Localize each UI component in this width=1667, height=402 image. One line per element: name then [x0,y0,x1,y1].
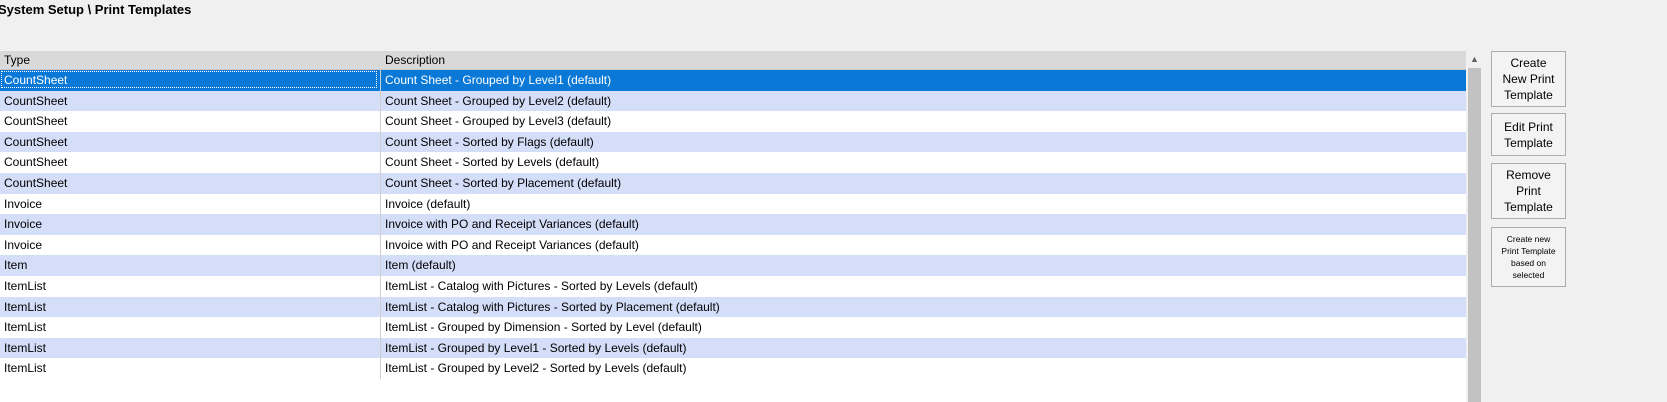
type-cell[interactable]: Item [4,258,27,272]
create-button-label: Create New Print Template [1502,56,1555,102]
column-divider [380,90,381,112]
column-divider [380,234,381,256]
description-cell[interactable]: Invoice with PO and Receipt Variances (d… [385,217,639,231]
remove-print-template-button[interactable]: Remove Print Template [1491,163,1566,219]
edit-print-template-button[interactable]: Edit Print Template [1491,113,1566,156]
column-divider [380,152,381,173]
table-row[interactable]: Item Item (default) [0,255,1466,276]
description-cell[interactable]: Count Sheet - Sorted by Flags (default) [385,135,594,149]
description-cell[interactable]: Item (default) [385,258,456,272]
type-cell[interactable]: ItemList [4,341,46,355]
column-divider [380,111,381,132]
create-based-button-label: Create new Print Template based on selec… [1501,234,1556,280]
description-cell[interactable]: Invoice with PO and Receipt Variances (d… [385,238,639,252]
column-divider [380,255,381,276]
column-divider [380,337,381,359]
grid-header: Type Description [0,51,1466,70]
create-template-from-selected-button[interactable]: Create new Print Template based on selec… [1491,227,1566,287]
column-divider [380,70,381,91]
type-cell[interactable]: CountSheet [4,135,67,149]
description-cell[interactable]: Count Sheet - Sorted by Levels (default) [385,155,599,169]
column-divider [380,172,381,194]
edit-button-label: Edit Print Template [1504,119,1553,150]
remove-button-label: Remove Print Template [1504,168,1553,214]
description-cell[interactable]: Invoice (default) [385,197,470,211]
table-row[interactable]: ItemList ItemList - Catalog with Pictures… [0,296,1466,318]
table-row[interactable]: CountSheet Count Sheet - Sorted by Flags … [0,131,1466,153]
table-row[interactable]: ItemList ItemList - Grouped by Level1 - S… [0,337,1466,359]
table-row[interactable]: CountSheet Count Sheet - Sorted by Placem… [0,172,1466,194]
column-divider [380,296,381,318]
print-templates-grid: Type Description CountSheet Count Sheet -… [0,51,1466,402]
type-cell[interactable]: ItemList [4,320,46,334]
table-row[interactable]: ItemList ItemList - Grouped by Dimension … [0,317,1466,338]
description-cell[interactable]: Count Sheet - Grouped by Level3 (default… [385,114,611,128]
type-cell[interactable]: ItemList [4,279,46,293]
table-row[interactable]: CountSheet Count Sheet - Grouped by Level… [0,90,1466,112]
table-row[interactable]: Invoice Invoice with PO and Receipt Varia… [0,234,1466,256]
chevron-up-icon[interactable]: ▲ [1467,51,1482,67]
column-divider [380,358,381,379]
description-cell[interactable]: ItemList - Grouped by Dimension - Sorted… [385,320,702,334]
column-divider [380,275,381,297]
create-new-print-template-button[interactable]: Create New Print Template [1491,51,1566,107]
column-header-type[interactable]: Type [4,53,30,67]
column-header-description[interactable]: Description [385,53,445,67]
type-cell[interactable]: CountSheet [4,114,67,128]
column-divider [380,131,381,153]
table-row[interactable]: Invoice Invoice with PO and Receipt Varia… [0,214,1466,235]
type-cell[interactable]: Invoice [4,197,42,211]
column-divider [380,317,381,338]
table-row[interactable]: CountSheet Count Sheet - Grouped by Level… [0,111,1466,132]
description-cell[interactable]: Count Sheet - Grouped by Level2 (default… [385,94,611,108]
scrollbar-thumb[interactable] [1468,68,1481,402]
table-row[interactable]: CountSheet Count Sheet - Grouped by Level… [0,70,1466,91]
description-cell[interactable]: ItemList - Catalog with Pictures - Sorte… [385,300,720,314]
vertical-scrollbar[interactable]: ▲ [1467,51,1482,402]
table-row[interactable]: ItemList ItemList - Grouped by Level2 - S… [0,358,1466,379]
column-divider [380,193,381,215]
type-cell[interactable]: CountSheet [4,94,67,108]
type-cell[interactable]: CountSheet [4,73,67,87]
type-cell[interactable]: CountSheet [4,155,67,169]
description-cell[interactable]: Count Sheet - Sorted by Placement (defau… [385,176,621,190]
page-title: System Setup \ Print Templates [0,2,192,17]
description-cell[interactable]: ItemList - Catalog with Pictures - Sorte… [385,279,698,293]
column-divider [380,214,381,235]
table-row[interactable]: CountSheet Count Sheet - Sorted by Levels… [0,152,1466,173]
type-cell[interactable]: ItemList [4,361,46,375]
type-cell[interactable]: ItemList [4,300,46,314]
type-cell[interactable]: Invoice [4,238,42,252]
table-row[interactable]: ItemList ItemList - Catalog with Pictures… [0,275,1466,297]
description-cell[interactable]: Count Sheet - Grouped by Level1 (default… [385,73,611,87]
table-row[interactable]: Invoice Invoice (default) [0,193,1466,215]
grid-rows: CountSheet Count Sheet - Grouped by Level… [0,70,1466,379]
description-cell[interactable]: ItemList - Grouped by Level1 - Sorted by… [385,341,686,355]
type-cell[interactable]: CountSheet [4,176,67,190]
type-cell[interactable]: Invoice [4,217,42,231]
description-cell[interactable]: ItemList - Grouped by Level2 - Sorted by… [385,361,686,375]
